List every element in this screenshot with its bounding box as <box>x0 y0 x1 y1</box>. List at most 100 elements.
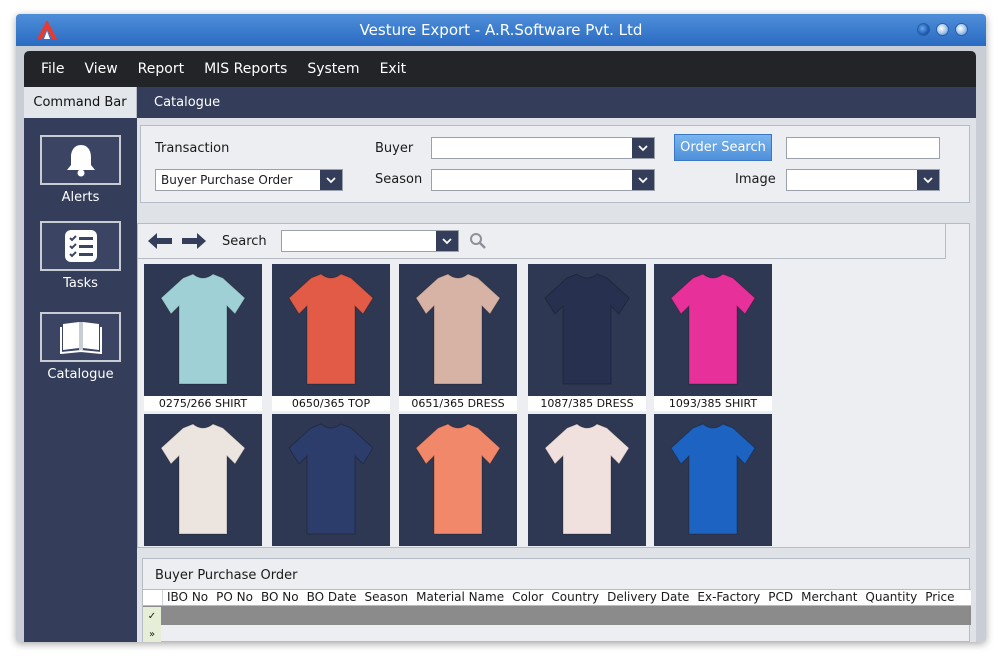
chevron-down-icon[interactable] <box>435 231 458 251</box>
current-row-marker-icon: ✓ <box>143 607 161 625</box>
garment-image <box>399 414 517 546</box>
column-header[interactable]: PO No <box>212 590 257 605</box>
column-header[interactable]: PCD <box>764 590 797 605</box>
season-label: Season <box>375 172 423 187</box>
garment-image <box>272 264 390 396</box>
column-header[interactable]: Material Name <box>412 590 508 605</box>
buyer-purchase-order-grid: Buyer Purchase Order IBO No PO No BO No BO … <box>142 558 971 642</box>
garment-image <box>144 264 262 396</box>
panel-header: Command Bar Catalogue <box>24 87 976 118</box>
grid-header: IBO No PO No BO No BO Date Season Material Na… <box>143 589 971 606</box>
season-select[interactable] <box>431 169 655 191</box>
sidebar-item-label: Tasks <box>63 276 98 291</box>
catalogue-item[interactable]: 1087/385 DRESS <box>528 264 646 411</box>
column-header[interactable]: Price <box>921 590 958 605</box>
menu-report[interactable]: Report <box>138 61 184 77</box>
new-row-marker-icon[interactable]: » <box>143 625 161 642</box>
window-title: Vesture Export - A.R.Software Pvt. Ltd <box>359 21 643 39</box>
garment-image <box>399 264 517 396</box>
column-header[interactable]: Season <box>361 590 413 605</box>
sidebar-item-label: Catalogue <box>47 367 114 382</box>
menu-bar: File View Report MIS Reports System Exit <box>24 51 976 87</box>
catalogue-content: Transaction Buyer Purchase Order Buyer S… <box>137 118 976 642</box>
item-caption: 1087/385 DRESS <box>528 396 646 411</box>
column-header[interactable]: BO No <box>257 590 303 605</box>
gallery-grid: 0275/266 SHIRT 0650/365 TOP 0651/365 DRESS… <box>144 264 784 549</box>
grid-corner <box>143 590 163 605</box>
catalogue-item[interactable]: 0651/365 DRESS <box>399 264 517 411</box>
catalogue-item[interactable] <box>528 414 646 546</box>
close-button[interactable] <box>955 23 968 36</box>
menu-system[interactable]: System <box>307 61 359 77</box>
menu-exit[interactable]: Exit <box>380 61 407 77</box>
forward-button[interactable] <box>180 231 208 251</box>
column-header[interactable]: Color <box>508 590 547 605</box>
filter-panel: Transaction Buyer Purchase Order Buyer S… <box>140 125 970 203</box>
buyer-select[interactable] <box>431 137 655 159</box>
column-header[interactable]: IBO No <box>163 590 212 605</box>
chevron-down-icon[interactable] <box>632 138 654 158</box>
column-header[interactable]: Merchant <box>797 590 861 605</box>
image-label: Image <box>735 172 776 187</box>
garment-image <box>654 264 772 396</box>
buyer-label: Buyer <box>375 141 414 156</box>
catalogue-item[interactable] <box>399 414 517 546</box>
column-header[interactable]: Ex-Factory <box>693 590 764 605</box>
menu-file[interactable]: File <box>41 61 64 77</box>
window-controls <box>917 23 968 36</box>
catalogue-item[interactable] <box>654 414 772 546</box>
catalogue-item[interactable]: 0650/365 TOP <box>272 264 390 411</box>
sidebar-item-catalogue[interactable]: Catalogue <box>40 312 121 382</box>
column-header[interactable]: Country <box>547 590 603 605</box>
bell-icon <box>40 135 121 185</box>
sidebar-item-alerts[interactable]: Alerts <box>40 135 121 205</box>
garment-image <box>144 414 262 546</box>
arrow-right-icon <box>182 233 206 249</box>
catalogue-gallery: Search 0275/266 SHIRT 0650/365 TOP 0651/36… <box>137 223 970 548</box>
catalogue-item[interactable]: 0275/266 SHIRT <box>144 264 262 411</box>
page-title: Catalogue <box>154 95 221 110</box>
checklist-icon <box>40 221 121 271</box>
order-search-input[interactable] <box>786 137 940 159</box>
order-search-button[interactable]: Order Search <box>674 134 772 161</box>
gallery-toolbar: Search <box>138 224 946 259</box>
column-header[interactable]: Quantity <box>861 590 921 605</box>
item-caption: 0275/266 SHIRT <box>144 396 262 411</box>
tab-command-bar[interactable]: Command Bar <box>24 87 137 118</box>
table-row[interactable] <box>143 606 971 625</box>
column-header[interactable]: Delivery Date <box>603 590 693 605</box>
menu-view[interactable]: View <box>84 61 117 77</box>
menu-mis-reports[interactable]: MIS Reports <box>204 61 287 77</box>
title-bar: Vesture Export - A.R.Software Pvt. Ltd <box>16 14 986 46</box>
maximize-button[interactable] <box>936 23 949 36</box>
image-select[interactable] <box>786 169 940 191</box>
back-button[interactable] <box>146 231 174 251</box>
arrow-left-icon <box>148 233 172 249</box>
search-icon[interactable] <box>469 232 487 250</box>
sidebar-item-tasks[interactable]: Tasks <box>40 221 121 291</box>
item-caption: 0651/365 DRESS <box>399 396 517 411</box>
grid-title: Buyer Purchase Order <box>155 568 298 583</box>
chevron-down-icon[interactable] <box>917 170 939 190</box>
search-label: Search <box>222 233 267 249</box>
catalogue-item[interactable] <box>272 414 390 546</box>
transaction-value: Buyer Purchase Order <box>161 173 293 187</box>
garment-image <box>528 414 646 546</box>
app-window: Vesture Export - A.R.Software Pvt. Ltd F… <box>16 14 986 642</box>
gallery-search-input[interactable] <box>280 230 459 252</box>
minimize-button[interactable] <box>917 23 930 36</box>
book-icon <box>40 312 121 362</box>
transaction-select[interactable]: Buyer Purchase Order <box>155 169 343 191</box>
chevron-down-icon[interactable] <box>632 170 654 190</box>
item-caption: 0650/365 TOP <box>272 396 390 411</box>
app-logo-icon <box>37 20 57 39</box>
command-sidebar: Alerts Tasks Catalogue <box>24 118 137 642</box>
garment-image <box>528 264 646 396</box>
transaction-label: Transaction <box>155 141 230 156</box>
sidebar-item-label: Alerts <box>61 190 100 205</box>
catalogue-item[interactable] <box>144 414 262 546</box>
chevron-down-icon[interactable] <box>320 170 342 190</box>
garment-image <box>272 414 390 546</box>
column-header[interactable]: BO Date <box>303 590 361 605</box>
catalogue-item[interactable]: 1093/385 SHIRT <box>654 264 772 411</box>
